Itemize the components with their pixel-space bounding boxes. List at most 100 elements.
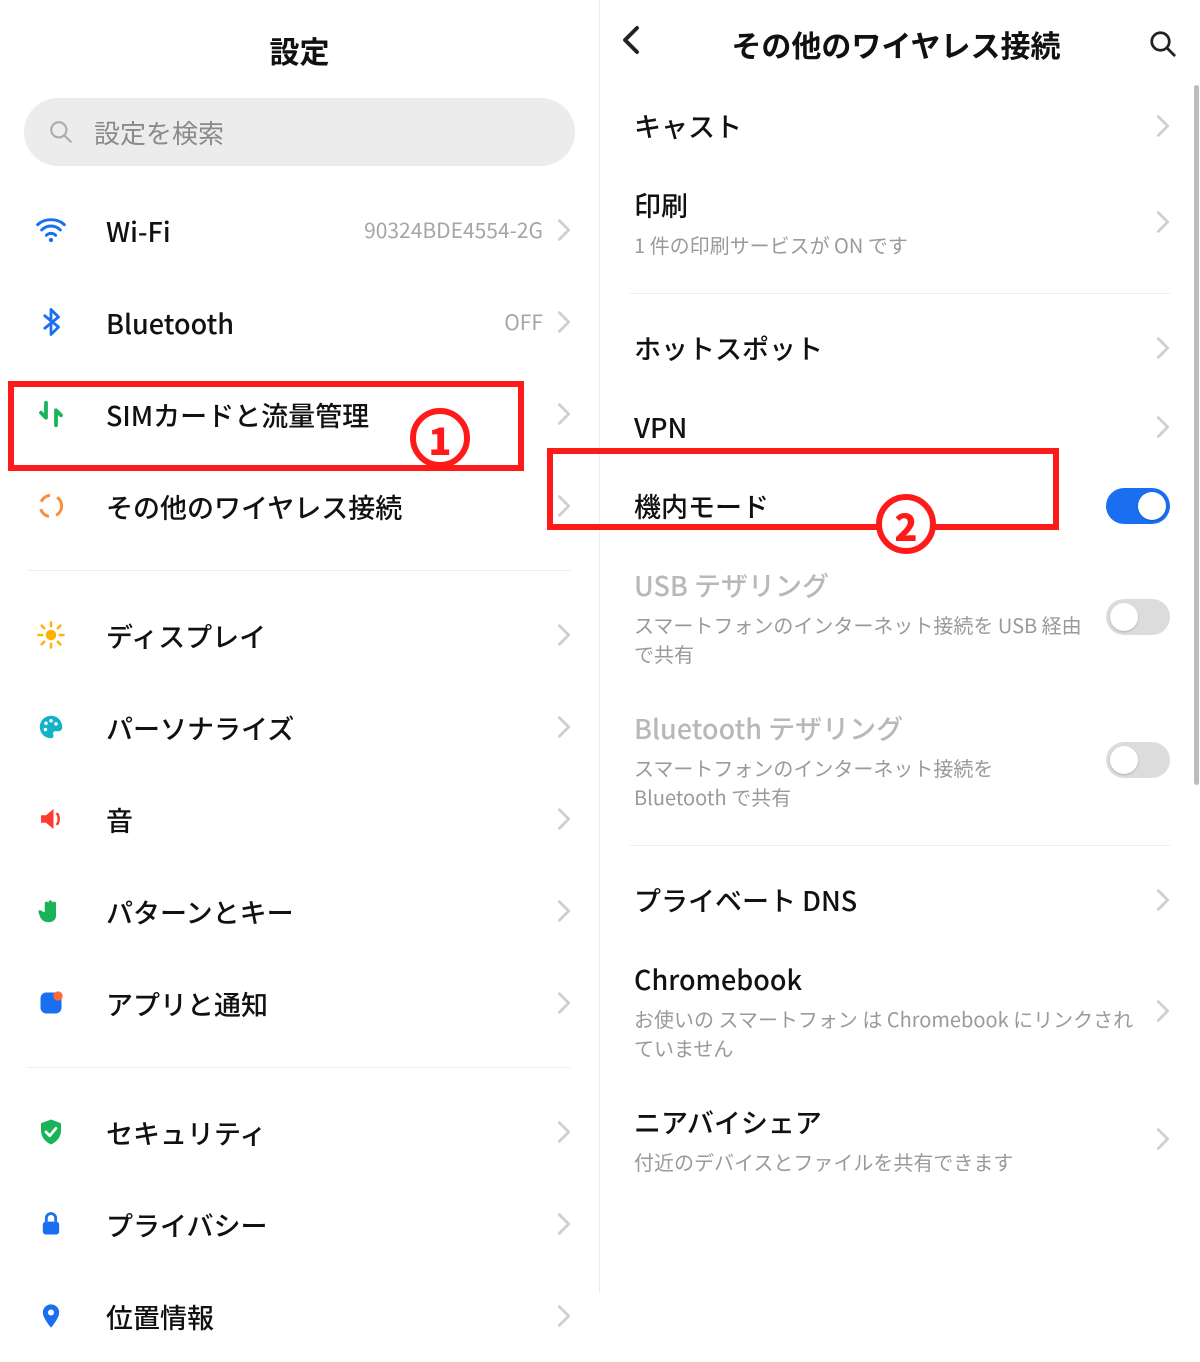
settings-item-label: SIMカードと流量管理: [106, 395, 369, 434]
search-input[interactable]: 設定を検索: [24, 98, 575, 166]
setting-subtitle: スマートフォンのインターネット接続を Bluetooth で共有: [634, 753, 1090, 811]
lock-icon: [34, 1207, 68, 1241]
setting-bt-tethering: Bluetooth テザリング スマートフォンのインターネット接続を Bluet…: [600, 688, 1200, 831]
chevron-right-icon: [1156, 210, 1170, 234]
location-icon: [34, 1299, 68, 1333]
setting-chromebook[interactable]: Chromebook お使いの スマートフォン は Chromebook にリン…: [600, 939, 1200, 1082]
chevron-right-icon: [557, 623, 571, 647]
setting-label: Bluetooth テザリング: [634, 708, 1090, 747]
bluetooth-icon: [34, 305, 68, 339]
setting-label: ホットスポット: [634, 328, 1140, 367]
search-icon: [48, 119, 74, 145]
chevron-right-icon: [557, 1120, 571, 1144]
airplane-mode-toggle[interactable]: [1106, 488, 1170, 524]
chevron-right-icon: [1156, 114, 1170, 138]
settings-pane: 設定 設定を検索 Wi-Fi 90324BDE4554-2G Bluetooth…: [0, 0, 600, 1293]
chevron-right-icon: [557, 807, 571, 831]
setting-subtitle: スマートフォンのインターネット接続を USB 経由で共有: [634, 610, 1090, 668]
settings-item-label: 位置情報: [106, 1297, 214, 1336]
chevron-right-icon: [557, 310, 571, 334]
settings-item-label: プライバシー: [106, 1205, 267, 1244]
search-icon[interactable]: [1148, 29, 1178, 59]
chevron-right-icon: [1156, 888, 1170, 912]
chevron-right-icon: [557, 494, 571, 518]
settings-item-other-wireless[interactable]: その他のワイヤレス接続: [0, 460, 599, 552]
setting-print[interactable]: 印刷 1 件の印刷サービスが ON です: [600, 165, 1200, 279]
settings-item-location[interactable]: 位置情報: [0, 1270, 599, 1362]
settings-item-pattern-key[interactable]: パターンとキー: [0, 865, 599, 957]
setting-label: プライベート DNS: [634, 880, 1140, 919]
back-button[interactable]: [622, 25, 644, 63]
settings-item-label: パーソナライズ: [106, 708, 294, 747]
scrollbar[interactable]: [1194, 85, 1199, 785]
settings-item-value: OFF: [504, 307, 543, 337]
settings-item-value: 90324BDE4554-2G: [364, 215, 543, 245]
settings-item-personalize[interactable]: パーソナライズ: [0, 681, 599, 773]
chevron-right-icon: [1156, 415, 1170, 439]
setting-subtitle: お使いの スマートフォン は Chromebook にリンクされていません: [634, 1004, 1140, 1062]
setting-subtitle: 1 件の印刷サービスが ON です: [634, 230, 1140, 259]
setting-label: Chromebook: [634, 959, 1140, 998]
setting-label: キャスト: [634, 106, 1140, 145]
chevron-right-icon: [557, 899, 571, 923]
settings-item-security[interactable]: セキュリティ: [0, 1086, 599, 1178]
wireless-settings-pane: その他のワイヤレス接続 キャスト 印刷 1 件の印刷サービスが ON です ホッ…: [600, 0, 1200, 1293]
apps-icon: [34, 986, 68, 1020]
settings-item-apps-notifications[interactable]: アプリと通知: [0, 957, 599, 1049]
palette-icon: [34, 710, 68, 744]
setting-cast[interactable]: キャスト: [600, 86, 1200, 165]
divider: [630, 845, 1170, 846]
wireless-icon: [34, 489, 68, 523]
sim-icon: [34, 397, 68, 431]
settings-item-label: アプリと通知: [106, 984, 268, 1023]
settings-item-display[interactable]: ディスプレイ: [0, 589, 599, 681]
setting-usb-tethering: USB テザリング スマートフォンのインターネット接続を USB 経由で共有: [600, 545, 1200, 688]
chevron-right-icon: [557, 1212, 571, 1236]
header: その他のワイヤレス接続: [600, 0, 1200, 86]
wifi-icon: [34, 213, 68, 247]
setting-label: USB テザリング: [634, 565, 1090, 604]
chevron-right-icon: [1156, 1127, 1170, 1151]
setting-hotspot[interactable]: ホットスポット: [600, 308, 1200, 387]
settings-item-label: その他のワイヤレス接続: [106, 487, 402, 526]
chevron-right-icon: [1156, 999, 1170, 1023]
bt-tethering-toggle: [1106, 742, 1170, 778]
settings-item-label: セキュリティ: [106, 1113, 266, 1152]
usb-tethering-toggle: [1106, 599, 1170, 635]
settings-item-label: 音: [106, 800, 133, 839]
chevron-right-icon: [557, 1304, 571, 1328]
settings-item-label: パターンとキー: [106, 892, 294, 931]
setting-private-dns[interactable]: プライベート DNS: [600, 860, 1200, 939]
chevron-right-icon: [1156, 336, 1170, 360]
settings-item-sim[interactable]: SIMカードと流量管理: [0, 368, 599, 460]
sound-icon: [34, 802, 68, 836]
search-placeholder: 設定を検索: [94, 114, 224, 151]
chevron-right-icon: [557, 991, 571, 1015]
page-title: その他のワイヤレス接続: [644, 22, 1148, 66]
page-title: 設定: [0, 0, 599, 98]
hand-icon: [34, 894, 68, 928]
divider: [630, 293, 1170, 294]
setting-label: 印刷: [634, 185, 1140, 224]
settings-item-label: Bluetooth: [106, 303, 234, 342]
annotation-badge-2: 2: [876, 494, 936, 554]
settings-item-label: ディスプレイ: [106, 616, 266, 655]
chevron-right-icon: [557, 402, 571, 426]
brightness-icon: [34, 618, 68, 652]
setting-label: 機内モード: [634, 486, 1090, 525]
settings-item-sound[interactable]: 音: [0, 773, 599, 865]
settings-item-privacy[interactable]: プライバシー: [0, 1178, 599, 1270]
divider: [28, 570, 571, 571]
settings-item-wifi[interactable]: Wi-Fi 90324BDE4554-2G: [0, 184, 599, 276]
shield-icon: [34, 1115, 68, 1149]
chevron-right-icon: [557, 218, 571, 242]
settings-item-bluetooth[interactable]: Bluetooth OFF: [0, 276, 599, 368]
settings-item-label: Wi-Fi: [106, 211, 171, 250]
divider: [28, 1067, 571, 1068]
setting-label: VPN: [634, 407, 1140, 446]
setting-subtitle: 付近のデバイスとファイルを共有できます: [634, 1147, 1140, 1176]
annotation-badge-1: 1: [410, 408, 470, 468]
setting-vpn[interactable]: VPN: [600, 387, 1200, 466]
chevron-right-icon: [557, 715, 571, 739]
setting-nearby-share[interactable]: ニアバイシェア 付近のデバイスとファイルを共有できます: [600, 1082, 1200, 1196]
